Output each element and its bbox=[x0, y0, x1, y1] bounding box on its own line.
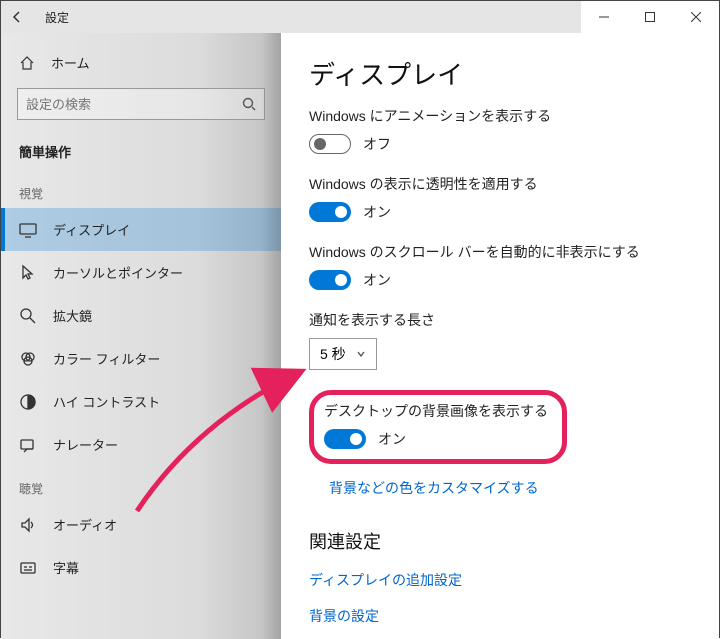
nav-display[interactable]: ディスプレイ bbox=[1, 208, 281, 251]
content: ディスプレイ Windows にアニメーションを表示する オフ Windows … bbox=[281, 33, 719, 639]
nav-label: オーディオ bbox=[53, 515, 117, 534]
toggle-state: オフ bbox=[363, 134, 391, 154]
related-settings-heading: 関連設定 bbox=[309, 528, 683, 554]
home-link[interactable]: ホーム bbox=[1, 43, 281, 82]
setting-desktop-bg: デスクトップの背景画像を表示する オン bbox=[324, 401, 548, 449]
nav-label: ハイ コントラスト bbox=[53, 392, 160, 411]
nav-label: 字幕 bbox=[53, 558, 79, 577]
search-field[interactable] bbox=[26, 97, 242, 112]
setting-label: デスクトップの背景画像を表示する bbox=[324, 401, 548, 421]
narrator-icon bbox=[19, 436, 37, 454]
highlight-annotation: デスクトップの背景画像を表示する オン bbox=[309, 390, 567, 464]
nav-label: 拡大鏡 bbox=[53, 306, 92, 325]
nav-audio[interactable]: オーディオ bbox=[1, 503, 281, 546]
window-title: 設定 bbox=[45, 9, 69, 26]
dropdown-value: 5 秒 bbox=[320, 344, 346, 364]
notification-duration-dropdown[interactable]: 5 秒 bbox=[309, 338, 377, 370]
titlebar: 設定 bbox=[1, 1, 719, 33]
category-visual: 視覚 bbox=[1, 171, 281, 208]
link-display-additional[interactable]: ディスプレイの追加設定 bbox=[309, 570, 683, 590]
nav-magnifier[interactable]: 拡大鏡 bbox=[1, 294, 281, 337]
nav-label: カラー フィルター bbox=[53, 349, 160, 368]
nav-label: ナレーター bbox=[53, 435, 118, 454]
setting-label: Windows のスクロール バーを自動的に非表示にする bbox=[309, 242, 683, 262]
maximize-button[interactable] bbox=[627, 1, 673, 33]
chevron-down-icon bbox=[356, 349, 366, 359]
toggle-desktop-bg[interactable]: オン bbox=[324, 429, 548, 449]
setting-scrollbars: Windows のスクロール バーを自動的に非表示にする オン bbox=[309, 242, 683, 290]
setting-label: Windows にアニメーションを表示する bbox=[309, 106, 683, 126]
toggle-state: オン bbox=[363, 270, 391, 290]
nav-colorfilter[interactable]: カラー フィルター bbox=[1, 337, 281, 380]
nav-cursor[interactable]: カーソルとポインター bbox=[1, 251, 281, 294]
color-filter-icon bbox=[19, 350, 37, 368]
audio-icon bbox=[19, 516, 37, 534]
magnifier-icon bbox=[19, 307, 37, 325]
back-button[interactable] bbox=[1, 1, 33, 33]
cursor-icon bbox=[19, 264, 37, 282]
toggle-transparency[interactable]: オン bbox=[309, 202, 683, 222]
search-input[interactable] bbox=[17, 88, 265, 120]
nav-captions[interactable]: 字幕 bbox=[1, 546, 281, 589]
toggle-state: オン bbox=[363, 202, 391, 222]
setting-label: 通知を表示する長さ bbox=[309, 310, 683, 330]
close-button[interactable] bbox=[673, 1, 719, 33]
setting-label: Windows の表示に透明性を適用する bbox=[309, 174, 683, 194]
page-title: ディスプレイ bbox=[309, 55, 683, 92]
nav-label: カーソルとポインター bbox=[53, 263, 183, 282]
group-title: 簡単操作 bbox=[1, 132, 281, 171]
home-label: ホーム bbox=[51, 53, 90, 72]
setting-notification-duration: 通知を表示する長さ 5 秒 bbox=[309, 310, 683, 370]
sidebar: ホーム 簡単操作 視覚 ディスプレイ カーソルとポインター 拡大鏡 カラー フィ… bbox=[1, 33, 281, 639]
contrast-icon bbox=[19, 393, 37, 411]
category-audio: 聴覚 bbox=[1, 466, 281, 503]
setting-transparency: Windows の表示に透明性を適用する オン bbox=[309, 174, 683, 222]
nav-highcontrast[interactable]: ハイ コントラスト bbox=[1, 380, 281, 423]
toggle-scrollbars[interactable]: オン bbox=[309, 270, 683, 290]
nav-label: ディスプレイ bbox=[53, 220, 130, 239]
search-icon bbox=[242, 97, 256, 111]
nav-narrator[interactable]: ナレーター bbox=[1, 423, 281, 466]
setting-animations: Windows にアニメーションを表示する オフ bbox=[309, 106, 683, 154]
minimize-button[interactable] bbox=[581, 1, 627, 33]
display-icon bbox=[19, 221, 37, 239]
captions-icon bbox=[19, 559, 37, 577]
link-customize-colors[interactable]: 背景などの色をカスタマイズする bbox=[329, 478, 683, 498]
toggle-state: オン bbox=[378, 429, 406, 449]
link-background[interactable]: 背景の設定 bbox=[309, 606, 683, 626]
toggle-animations[interactable]: オフ bbox=[309, 134, 683, 154]
